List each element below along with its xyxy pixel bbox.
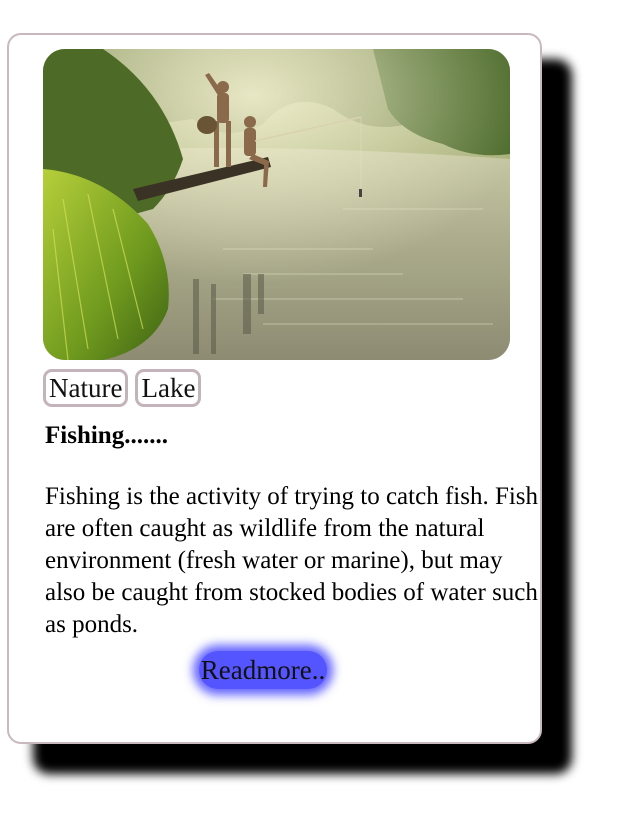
card-description: Fishing is the activity of trying to cat… [45, 483, 539, 638]
tag-list: Nature Lake [43, 369, 202, 407]
card-title: Fishing....... [45, 422, 168, 449]
readmore-button[interactable]: Readmore.. [199, 651, 327, 689]
fishing-scene-image [43, 49, 510, 360]
tag-lake[interactable]: Lake [135, 369, 202, 407]
tag-nature[interactable]: Nature [43, 369, 129, 407]
article-card: Nature Lake Fishing....... Fishing is th… [7, 33, 542, 744]
card-image [43, 49, 510, 360]
